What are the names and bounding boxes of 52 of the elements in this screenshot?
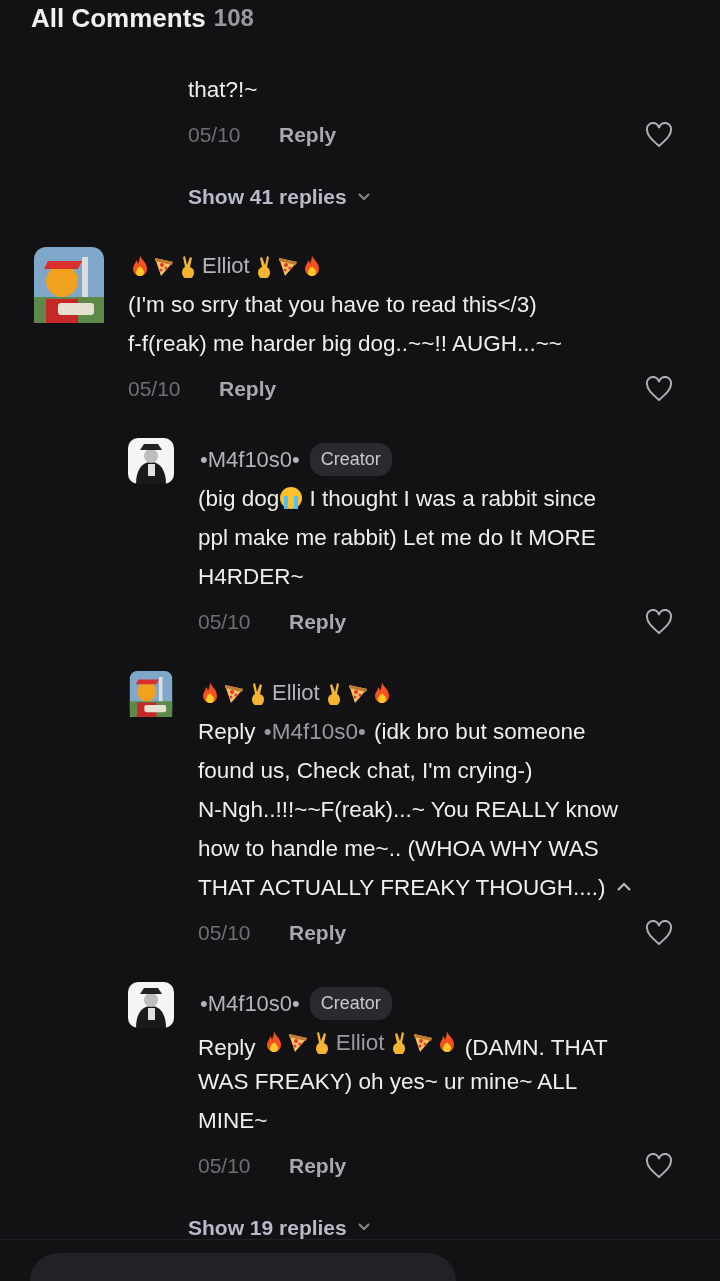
avatar[interactable]: [34, 246, 104, 323]
comment-text: MINE~: [198, 1107, 268, 1133]
comment-text: Reply: [198, 1034, 257, 1059]
comment-text: Reply: [198, 718, 257, 744]
user-name: Elliot: [272, 679, 320, 707]
comment-text: (idk bro but someone: [373, 718, 586, 744]
creator-tag: Creator: [309, 443, 392, 476]
show-replies-button[interactable]: Show 19 replies: [188, 1211, 371, 1243]
reply-button[interactable]: Reply: [289, 916, 347, 949]
comment-text: WAS FREAKY) oh yes~ ur mine~ ALL: [198, 1068, 578, 1094]
reply-button[interactable]: Reply: [219, 372, 277, 405]
comment-text: (big dog: [198, 485, 280, 511]
section-title: All Comments: [31, 1, 206, 35]
comment-text: I thought I was a rabbit since: [308, 485, 596, 511]
comment-text: (I'm so srry that you have to read this</3): [128, 291, 537, 317]
crying-emoji-icon: [279, 485, 304, 510]
comment-text: (DAMN. THAT: [463, 1034, 608, 1059]
like-icon[interactable]: [645, 122, 673, 148]
comment-date: 05/10: [198, 608, 252, 635]
comment-text: THAT ACTUALLY FREAKY THOUGH....): [198, 874, 606, 900]
chevron-down-icon: [356, 1222, 371, 1233]
comment-text: found us, Check chat, I'm crying-): [198, 757, 533, 783]
like-icon[interactable]: [645, 375, 673, 402]
comment-text: H4RDER~: [198, 563, 304, 589]
comment-text: ppl make me rabbit) Let me do It MORE: [198, 524, 596, 550]
user-name: •M4f10s0•: [200, 990, 300, 1018]
reply-button[interactable]: Reply: [289, 1149, 347, 1182]
avatar[interactable]: [128, 437, 174, 484]
reply-button[interactable]: Reply: [289, 605, 347, 638]
comment-text: f-f(reak) me harder big dog..~~!! AUGH...~~: [128, 330, 562, 356]
comment-date: 05/10: [188, 122, 242, 149]
creator-tag: Creator: [309, 987, 392, 1020]
comment-date: 05/10: [128, 375, 182, 402]
reply-button[interactable]: Reply: [279, 119, 337, 151]
avatar[interactable]: [128, 981, 174, 1028]
user-name: •M4f10s0•: [263, 717, 366, 746]
comment-text: how to handle me~.. (WHOA WHY WAS: [198, 835, 599, 861]
collapse-icon[interactable]: [615, 881, 632, 892]
comment-date: 05/10: [198, 1152, 252, 1179]
user-name: •M4f10s0•: [200, 446, 300, 474]
user-name: Elliot: [202, 252, 250, 280]
user-name: Elliot: [335, 1028, 385, 1057]
like-icon[interactable]: [645, 919, 673, 946]
comment-text: N-Ngh..!!!~~F(reak)...~ You REALLY know: [198, 796, 618, 822]
like-icon[interactable]: [645, 608, 673, 635]
chevron-down-icon: [356, 191, 371, 202]
comment-date: 05/10: [198, 919, 252, 946]
comment-count: 108: [213, 3, 254, 33]
avatar[interactable]: [128, 670, 174, 717]
show-replies-button[interactable]: Show 41 replies: [188, 181, 371, 213]
like-icon[interactable]: [645, 1152, 673, 1179]
comment-text: that?!~: [188, 77, 258, 102]
